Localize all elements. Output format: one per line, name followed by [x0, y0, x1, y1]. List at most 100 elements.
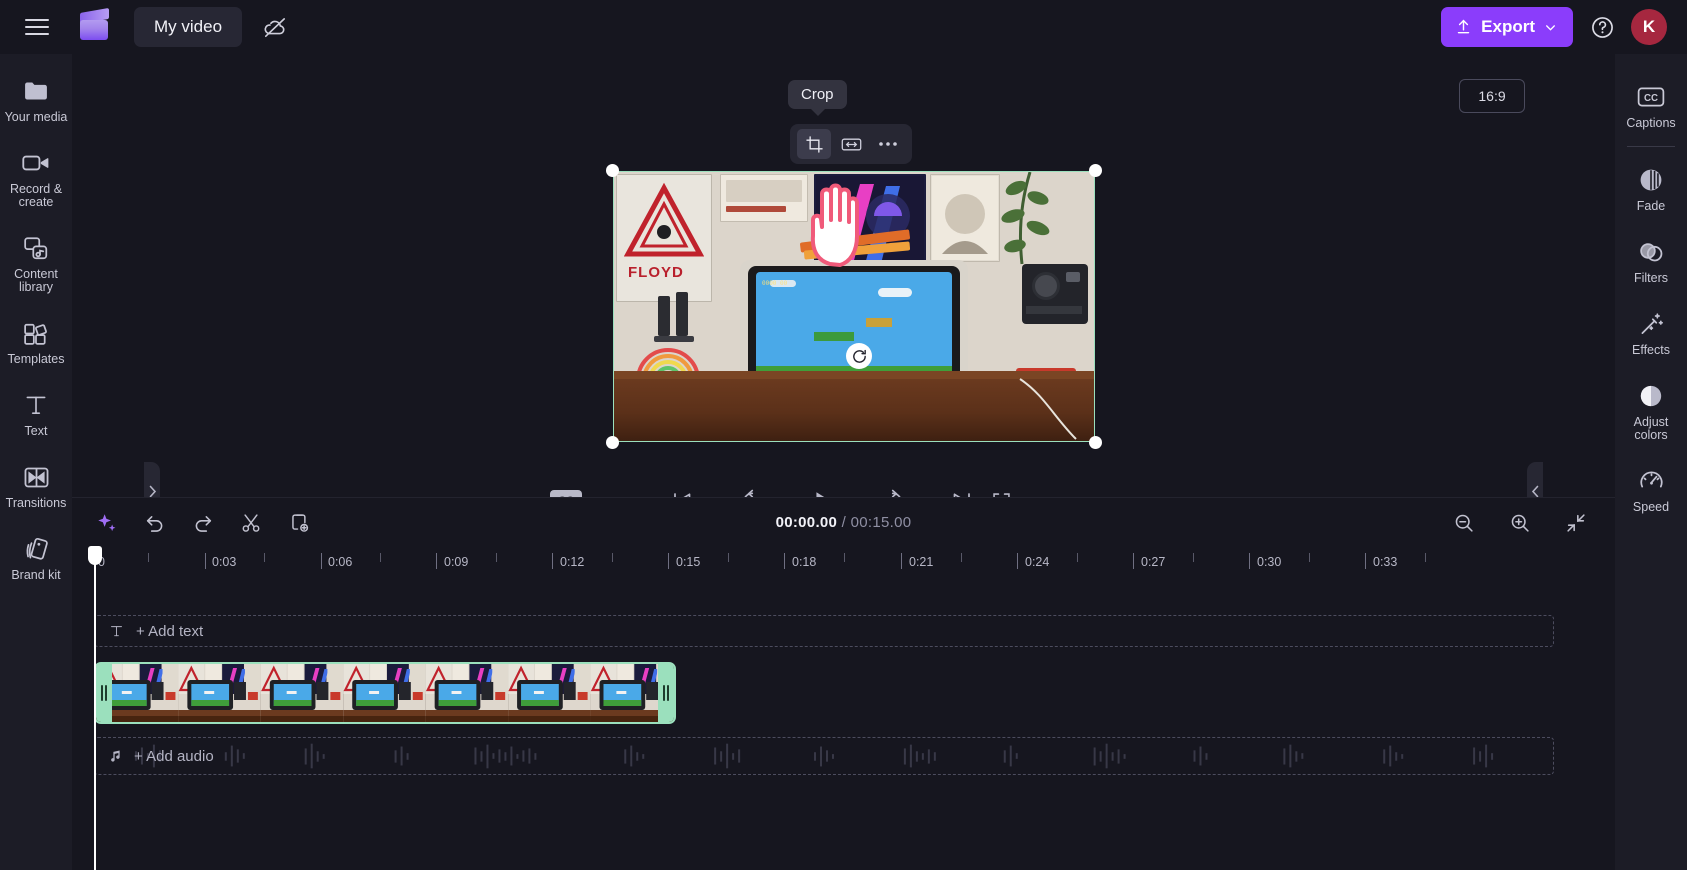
header-actions: Export K [1441, 7, 1687, 47]
ruler-tick-minor [1425, 553, 1426, 562]
sidebar-item-fade[interactable]: Fade [1615, 157, 1687, 219]
rotate-icon [852, 349, 866, 363]
sidebar-label: Record & create [9, 182, 63, 209]
brand-kit-icon [22, 536, 50, 562]
crop-handle-bottom-left[interactable] [606, 436, 619, 449]
sidebar-item-adjust-colors[interactable]: Adjust colors [1615, 373, 1687, 448]
ruler-label: 0:06 [328, 555, 353, 569]
aspect-ratio-button[interactable]: 16:9 [1459, 79, 1525, 113]
fit-width-button[interactable] [834, 129, 868, 159]
ruler-tick-major [436, 553, 437, 569]
sidebar-item-content-library[interactable]: Content library [0, 225, 72, 300]
clip-trim-handle-right[interactable] [658, 664, 674, 722]
sidebar-item-transitions[interactable]: Transitions [0, 454, 72, 516]
zoom-in-button[interactable] [1503, 506, 1537, 540]
ruler-tick-major [552, 553, 553, 569]
ruler-tick-minor [264, 553, 265, 562]
ruler-tick-minor [148, 553, 149, 562]
zoom-in-icon [1511, 514, 1529, 532]
ruler-tick-minor [1077, 553, 1078, 562]
duplicate-button[interactable] [282, 506, 316, 540]
contrast-icon [1637, 383, 1665, 409]
timeline-ruler[interactable]: 0 0:03 0:06 0:09 0:12 0:15 0:18 0:21 0:2 [72, 547, 1615, 585]
sidebar-item-captions[interactable]: CC Captions [1615, 74, 1687, 136]
sidebar-label: Brand kit [11, 568, 61, 582]
redo-icon [195, 515, 212, 532]
clip-thumbnails [96, 664, 674, 722]
timeline-zoom-controls [1447, 506, 1593, 540]
crop-handle-top-left[interactable] [606, 164, 619, 177]
fade-icon [1637, 167, 1665, 193]
chevron-down-icon [1546, 24, 1555, 31]
undo-button[interactable] [138, 506, 172, 540]
video-clip[interactable] [94, 662, 676, 724]
export-label: Export [1481, 17, 1535, 36]
ruler-tick-major [1133, 553, 1134, 569]
upload-icon [1457, 19, 1470, 34]
timecode-display: 00:00.00 / 00:15.00 [694, 514, 994, 531]
playhead[interactable] [88, 546, 102, 870]
sidebar-label: Effects [1632, 343, 1670, 357]
ruler-tick-minor [380, 553, 381, 562]
sidebar-label: Transitions [5, 496, 67, 510]
sidebar-item-record-create[interactable]: Record & create [0, 140, 72, 215]
collapse-arrows-icon [1567, 513, 1585, 532]
timeline[interactable]: 0 0:03 0:06 0:09 0:12 0:15 0:18 0:21 0:2 [72, 546, 1615, 870]
ruler-label: 0:18 [792, 555, 817, 569]
ruler-label: 0:30 [1257, 555, 1282, 569]
playhead-handle[interactable] [88, 546, 102, 565]
ruler-label: 0:12 [560, 555, 585, 569]
sparkle-icon [98, 513, 116, 531]
hamburger-icon[interactable] [20, 10, 54, 44]
ruler-tick-major [784, 553, 785, 569]
text-icon [22, 392, 50, 418]
sidebar-item-effects[interactable]: Effects [1615, 301, 1687, 363]
ruler-label: 0:27 [1141, 555, 1166, 569]
split-button[interactable] [234, 506, 268, 540]
redo-button[interactable] [186, 506, 220, 540]
timeline-tools [90, 506, 316, 540]
ruler-label: 0:15 [676, 555, 701, 569]
speedometer-icon [1637, 468, 1665, 494]
sidebar-label: Fade [1636, 199, 1666, 213]
tooltip-text: Crop [801, 86, 834, 103]
help-button[interactable] [1587, 12, 1617, 42]
rotate-handle[interactable] [846, 343, 872, 369]
undo-icon [146, 515, 163, 532]
crop-handle-top-right[interactable] [1089, 164, 1102, 177]
cc-icon: CC [1637, 84, 1665, 110]
audio-track[interactable]: + Add audio [94, 737, 1554, 775]
music-note-icon [111, 750, 120, 762]
clipchamp-logo-icon[interactable] [78, 7, 112, 42]
project-title-input[interactable]: My video [134, 7, 243, 47]
zoom-out-button[interactable] [1447, 506, 1481, 540]
sidebar-item-your-media[interactable]: Your media [0, 68, 72, 130]
sidebar-item-templates[interactable]: Templates [0, 310, 72, 372]
sidebar-item-filters[interactable]: Filters [1615, 229, 1687, 291]
export-button[interactable]: Export [1441, 7, 1573, 47]
ruler-tick-minor [844, 553, 845, 562]
add-text-label: + Add text [136, 622, 204, 640]
cloud-off-icon[interactable] [258, 10, 292, 44]
sidebar-item-brand-kit[interactable]: Brand kit [0, 526, 72, 588]
video-frame: FLOYD 0000 00 [613, 171, 1095, 442]
sidebar-item-speed[interactable]: Speed [1615, 458, 1687, 520]
crop-handle-bottom-right[interactable] [1089, 436, 1102, 449]
more-options-button[interactable] [871, 129, 905, 159]
ruler-label: 0:33 [1373, 555, 1398, 569]
text-track[interactable]: + Add text [94, 615, 1554, 647]
ruler-label: 0:24 [1025, 555, 1050, 569]
clipchamp-editor: My video Export K Your media Record & cr… [0, 0, 1687, 870]
avatar[interactable]: K [1631, 9, 1667, 45]
crop-button[interactable] [797, 129, 831, 159]
auto-compose-button[interactable] [90, 506, 124, 540]
question-circle-icon [1591, 16, 1613, 38]
ruler-tick-major [321, 553, 322, 569]
duplicate-icon [292, 513, 309, 532]
sidebar-item-text[interactable]: Text [0, 382, 72, 444]
svg-text:CC: CC [1644, 93, 1658, 104]
video-preview[interactable]: FLOYD 0000 00 [606, 164, 1102, 449]
clip-trim-handle-left[interactable] [96, 664, 112, 722]
project-title-text: My video [154, 17, 223, 36]
fit-timeline-button[interactable] [1559, 506, 1593, 540]
